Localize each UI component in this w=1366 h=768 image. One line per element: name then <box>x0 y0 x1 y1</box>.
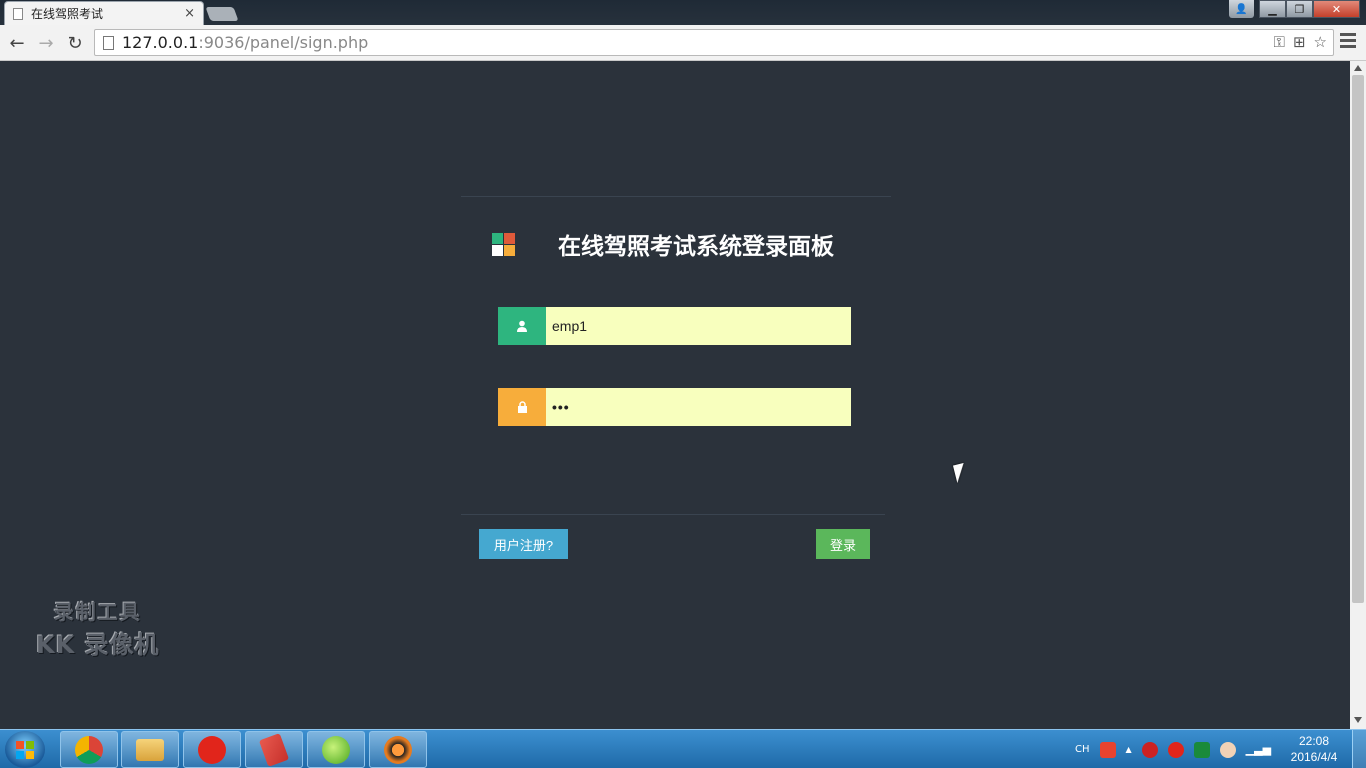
tab-title: 在线驾照考试 <box>31 7 104 21</box>
netease-music-icon <box>198 735 226 764</box>
new-tab-button[interactable] <box>205 7 239 21</box>
translate-icon[interactable]: ⊞ <box>1293 33 1306 51</box>
back-arrow-icon[interactable]: ← <box>5 31 29 55</box>
reload-icon[interactable]: ↻ <box>63 31 87 55</box>
start-button[interactable] <box>5 731 45 768</box>
url-host: 127.0.0.1 <box>122 33 199 52</box>
tab-close-icon[interactable]: × <box>184 7 195 20</box>
netease-tray-icon[interactable] <box>1167 741 1184 758</box>
top-divider <box>461 196 891 197</box>
page-icon <box>103 35 114 50</box>
lock-icon <box>498 388 546 426</box>
taskbar-explorer[interactable] <box>121 731 179 768</box>
watermark-line1: 录制工具 <box>53 600 142 624</box>
page-content: 在线驾照考试系统登录面板 用户注册? 登录 录制工具 KK 录像机 <box>0 61 1350 729</box>
taskbar-editor[interactable] <box>245 731 303 768</box>
password-group <box>498 388 851 426</box>
green-app-icon <box>322 735 350 764</box>
avatar-tray-icon[interactable] <box>1219 741 1236 758</box>
taskbar-netease-music[interactable] <box>183 731 241 768</box>
chrome-icon <box>75 735 103 764</box>
register-button[interactable]: 用户注册? <box>479 529 568 559</box>
bottom-divider <box>461 514 885 515</box>
forward-arrow-icon[interactable]: → <box>34 31 58 55</box>
address-bar[interactable]: 127.0.0.1:9036/panel/sign.php ⚿ ⊞ ☆ <box>94 29 1334 56</box>
username-group <box>498 307 851 345</box>
logo-icon <box>492 233 516 257</box>
windows-logo-icon <box>16 740 34 759</box>
user-icon <box>498 307 546 345</box>
clock-date: 2016/4/4 <box>1290 750 1338 764</box>
taskbar-chrome[interactable] <box>60 731 118 768</box>
url-path: :9036/panel/sign.php <box>198 33 369 52</box>
maximize-button[interactable]: ❐ <box>1286 0 1313 18</box>
close-window-button[interactable]: ✕ <box>1313 0 1360 18</box>
page-title: 在线驾照考试系统登录面板 <box>558 233 834 260</box>
login-button[interactable]: 登录 <box>816 529 870 559</box>
username-input[interactable] <box>546 307 851 345</box>
star-icon[interactable]: ☆ <box>1314 33 1327 51</box>
tray-expand-icon[interactable]: ▲ <box>1126 745 1132 754</box>
recorder-watermark: 录制工具 KK 录像机 <box>36 596 160 660</box>
browser-toolbar: ← → ↻ 127.0.0.1:9036/panel/sign.php ⚿ ⊞ … <box>0 25 1366 61</box>
page-icon <box>13 7 23 20</box>
system-clock[interactable]: 22:08 2016/4/4 <box>1282 733 1346 765</box>
sogou-icon[interactable] <box>1099 741 1116 758</box>
browser-tab[interactable]: 在线驾照考试 × <box>4 1 204 25</box>
language-indicator[interactable]: CH <box>1075 744 1090 755</box>
clock-time: 22:08 <box>1298 734 1330 748</box>
folder-icon <box>136 738 164 761</box>
taskbar-green-app[interactable] <box>307 731 365 768</box>
system-tray: CH ▲ ▁▃▅ <box>1075 730 1271 768</box>
scroll-up-icon[interactable] <box>1354 65 1362 71</box>
vertical-scrollbar[interactable] <box>1350 61 1366 729</box>
mouse-cursor-icon <box>952 462 969 484</box>
password-input[interactable] <box>546 388 851 426</box>
browser-titlebar: 在线驾照考试 × 👤 ▁ ❐ ✕ <box>0 0 1366 25</box>
user-profile-icon[interactable]: 👤 <box>1229 0 1254 18</box>
taskbar-recorder[interactable] <box>369 731 427 768</box>
menu-icon[interactable] <box>1340 33 1356 53</box>
minimize-button[interactable]: ▁ <box>1259 0 1286 18</box>
recorder-icon <box>384 735 412 764</box>
watermark-line2: KK 录像机 <box>36 631 160 659</box>
scroll-down-icon[interactable] <box>1354 717 1362 723</box>
notepad-icon <box>258 732 290 767</box>
scroll-thumb[interactable] <box>1352 75 1364 603</box>
signal-icon[interactable]: ▁▃▅ <box>1246 743 1271 756</box>
taskbar: CH ▲ ▁▃▅ 22:08 2016/4/4 <box>0 729 1366 768</box>
tray-app-icon[interactable] <box>1141 741 1158 758</box>
key-icon[interactable]: ⚿ <box>1274 33 1285 51</box>
show-desktop-button[interactable] <box>1352 730 1366 768</box>
network-monitor-icon[interactable] <box>1193 741 1210 758</box>
